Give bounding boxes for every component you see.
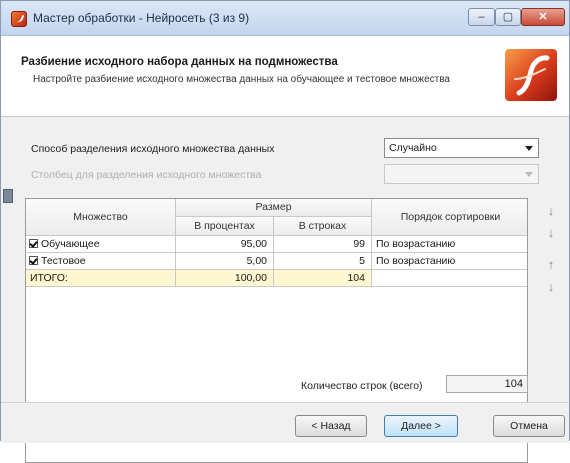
title-bar: Мастер обработки - Нейросеть (3 из 9) – … [1,1,569,36]
checkbox-checked-icon[interactable] [29,256,38,265]
window-title: Мастер обработки - Нейросеть (3 из 9) [33,11,250,25]
column-header-size: Размер [176,199,372,217]
move-down-icon[interactable]: ↓ [544,279,558,294]
table-row-test-name[interactable]: Тестовое [26,253,176,270]
table-row-training-name[interactable]: Обучающее [26,236,176,253]
sort-descending-icon[interactable]: ↓ [544,225,558,240]
percent-cell[interactable]: 95,00 [176,236,274,253]
page-description: Настройте разбиение исходного множества … [33,74,450,85]
percent-cell[interactable]: 5,00 [176,253,274,270]
page-title: Разбиение исходного набора данных на под… [21,56,338,68]
checkbox-checked-icon[interactable] [29,239,38,248]
next-button[interactable]: Далее > [384,415,458,437]
minimize-button[interactable]: – [468,8,495,26]
column-header-sort-order[interactable]: Порядок сортировки [372,199,527,236]
sort-ascending-icon[interactable]: ↓ [544,203,558,218]
wizard-footer [1,402,569,443]
split-method-select[interactable]: Случайно [384,138,539,158]
wizard-window: Мастер обработки - Нейросеть (3 из 9) – … [0,0,570,463]
total-sort [372,270,527,287]
set-name: Тестовое [41,255,86,267]
row-count-label: Количество строк (всего) [301,380,423,392]
split-method-label: Способ разделения исходного множества да… [31,143,275,155]
app-logo-icon [11,11,27,27]
sort-order-cell[interactable]: По возрастанию [372,236,527,253]
total-label: ИТОГО: [26,270,176,287]
panel-grip-icon [3,189,13,203]
total-rows: 104 [274,270,372,287]
total-percent: 100,00 [176,270,274,287]
close-button[interactable]: ✕ [521,8,565,26]
cancel-button[interactable]: Отмена [493,415,565,437]
column-header-set[interactable]: Множество [26,199,176,236]
split-column-label: Столбец для разделения исходного множест… [31,169,262,181]
chevron-down-icon [525,146,533,151]
column-header-percent[interactable]: В процентах [176,217,274,236]
wizard-logo-icon [505,49,557,101]
back-button[interactable]: < Назад [295,415,367,437]
move-up-icon[interactable]: ↑ [544,257,558,272]
split-column-select[interactable] [384,164,539,184]
chevron-down-icon [525,172,533,177]
row-count-value: 104 [446,375,528,393]
column-header-rows[interactable]: В строках [274,217,372,236]
maximize-button[interactable]: ▢ [495,8,521,26]
rows-cell[interactable]: 99 [274,236,372,253]
sort-order-cell[interactable]: По возрастанию [372,253,527,270]
wizard-header: Разбиение исходного набора данных на под… [1,36,569,117]
split-method-value: Случайно [389,142,437,154]
set-name: Обучающее [41,238,100,250]
rows-cell[interactable]: 5 [274,253,372,270]
